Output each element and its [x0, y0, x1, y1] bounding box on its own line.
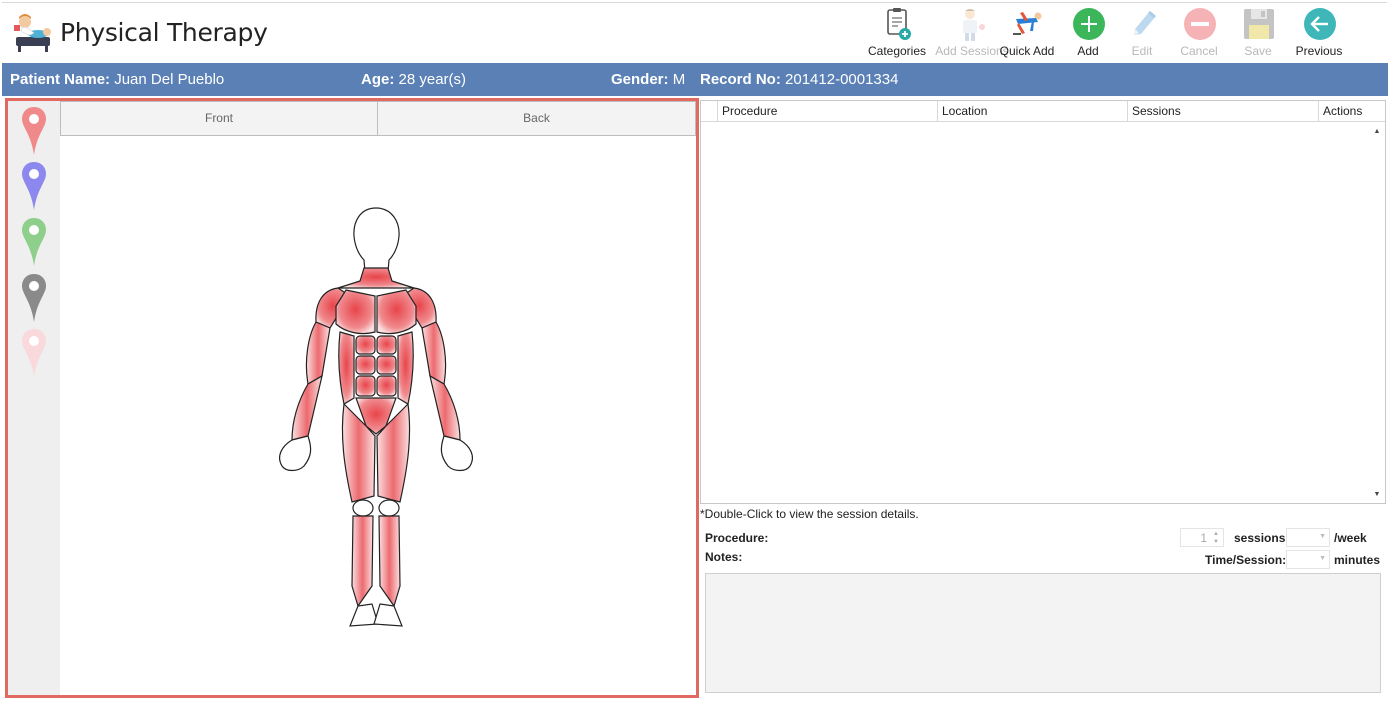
- stepper-up-icon[interactable]: ▲: [1211, 530, 1221, 538]
- green-pin-icon[interactable]: [21, 217, 47, 267]
- body-canvas[interactable]: [60, 136, 696, 695]
- patient-gender: Gender: M: [611, 71, 685, 88]
- sessions-value: 1: [1200, 531, 1207, 545]
- patient-age-label: Age:: [361, 71, 395, 88]
- grid-header: Procedure Location Sessions Actions: [701, 101, 1385, 122]
- minutes-select[interactable]: ▼: [1286, 550, 1330, 569]
- patient-record-value: 201412-0001334: [785, 71, 899, 88]
- plus-circle-icon: [1073, 8, 1105, 40]
- categories-label: Categories: [867, 44, 927, 58]
- per-week-select[interactable]: ▼: [1286, 528, 1330, 547]
- scroll-down-arrow-icon[interactable]: ▼: [1371, 489, 1383, 501]
- patient-age: Age: 28 year(s): [361, 71, 466, 88]
- therapist-icon: [963, 9, 985, 41]
- exercise-icon: [1013, 12, 1042, 35]
- pencil-icon: [1134, 11, 1156, 35]
- patient-name-value: Juan Del Pueblo: [114, 71, 225, 88]
- column-location[interactable]: Location: [937, 101, 1127, 122]
- body-map-panel: Front Back: [5, 98, 699, 698]
- column-actions[interactable]: Actions: [1318, 101, 1368, 122]
- time-session-label: Time/Session:: [1205, 553, 1287, 567]
- patient-record-label: Record No:: [700, 71, 781, 88]
- patient-gender-value: M: [672, 71, 686, 88]
- tab-front[interactable]: Front: [60, 101, 378, 136]
- scroll-up-arrow-icon[interactable]: ▲: [1371, 126, 1383, 138]
- floppy-disk-icon: [1244, 9, 1274, 39]
- toolbar: Categories Add Sessions Quick Add Add Ed…: [847, 3, 1387, 63]
- week-unit-label: /week: [1334, 531, 1367, 545]
- chevron-down-icon: ▼: [1319, 533, 1326, 540]
- session-details-hint: *Double-Click to view the session detail…: [700, 507, 919, 521]
- column-sessions[interactable]: Sessions: [1127, 101, 1318, 122]
- pin-palette: [8, 101, 60, 695]
- human-body-front-figure: [279, 207, 473, 627]
- sessions-unit-label: sessions,: [1234, 531, 1289, 545]
- patient-name-label: Patient Name:: [10, 71, 111, 88]
- minus-circle-icon: [1184, 8, 1216, 40]
- minutes-unit-label: minutes: [1334, 553, 1381, 567]
- notes-label: Notes:: [705, 550, 743, 564]
- patient-info-bar: Patient Name: Juan Del Pueblo Age: 28 ye…: [2, 63, 1388, 96]
- pink-pin-icon[interactable]: [21, 328, 47, 378]
- tab-back[interactable]: Back: [377, 101, 696, 136]
- clipboard-add-icon: [887, 8, 911, 40]
- therapy-logo-icon: [14, 14, 51, 52]
- sessions-stepper[interactable]: 1 ▲ ▼: [1180, 528, 1224, 547]
- patient-name: Patient Name: Juan Del Pueblo: [10, 71, 224, 88]
- page-title: Physical Therapy: [60, 18, 268, 47]
- patient-gender-label: Gender:: [611, 71, 669, 88]
- chevron-down-icon: ▼: [1319, 555, 1326, 562]
- stepper-down-icon[interactable]: ▼: [1211, 538, 1221, 546]
- sessions-panel: Procedure Location Sessions Actions ▲ ▼ …: [700, 98, 1387, 702]
- app-header: Physical Therapy Categories Add Sessions…: [2, 2, 1387, 62]
- previous-label: Previous: [1295, 44, 1343, 58]
- arrow-left-icon: [1304, 8, 1336, 40]
- notes-textarea[interactable]: [705, 573, 1381, 693]
- procedures-grid[interactable]: Procedure Location Sessions Actions ▲ ▼: [700, 100, 1386, 504]
- blue-pin-icon[interactable]: [21, 161, 47, 211]
- patient-age-value: 28 year(s): [398, 71, 467, 88]
- column-procedure[interactable]: Procedure: [717, 101, 937, 122]
- patient-record: Record No: 201412-0001334: [700, 71, 898, 88]
- view-tabs: Front Back: [60, 101, 696, 136]
- red-pin-icon[interactable]: [21, 106, 47, 156]
- procedure-label: Procedure:: [705, 531, 769, 545]
- previous-button[interactable]: Previous: [1289, 7, 1349, 61]
- gray-pin-icon[interactable]: [21, 273, 47, 323]
- categories-button[interactable]: Categories: [867, 7, 927, 61]
